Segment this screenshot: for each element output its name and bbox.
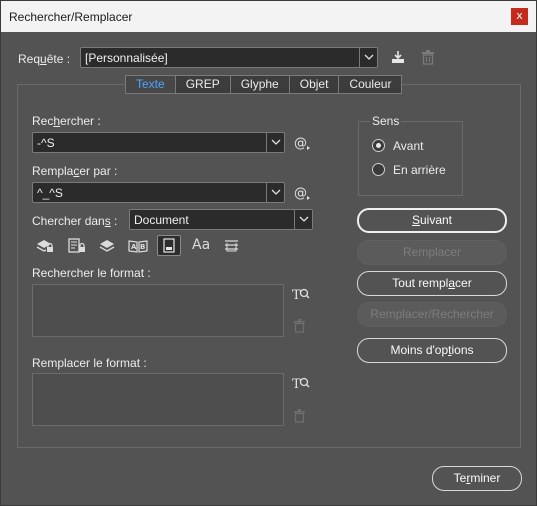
locked-stories-icon[interactable] bbox=[68, 238, 86, 257]
tab-bar: Texte GREP Glyphe Objet Couleur bbox=[125, 75, 403, 94]
search-value: -^S bbox=[37, 136, 55, 150]
hidden-layers-icon[interactable] bbox=[99, 238, 117, 257]
chevron-down-icon[interactable] bbox=[266, 183, 284, 202]
svg-text:B: B bbox=[140, 243, 145, 251]
query-select[interactable]: [Personnalisée] bbox=[80, 47, 378, 68]
scope-label: Chercher dans : bbox=[32, 214, 118, 228]
close-button[interactable]: x bbox=[511, 8, 528, 25]
find-change-dialog: Rechercher/Remplacer x Requête : [Person… bbox=[0, 0, 537, 506]
direction-group bbox=[358, 121, 463, 196]
svg-text:@: @ bbox=[294, 136, 307, 151]
delete-query-icon[interactable] bbox=[421, 50, 435, 68]
chevron-down-icon bbox=[359, 48, 377, 67]
svg-text:T: T bbox=[292, 377, 301, 391]
query-value: [Personnalisée] bbox=[85, 51, 168, 65]
save-query-icon[interactable] bbox=[390, 49, 406, 68]
specify-find-format-icon[interactable]: T bbox=[292, 286, 310, 305]
radio-selected-dot bbox=[376, 143, 381, 148]
clear-replace-format-icon[interactable] bbox=[293, 409, 306, 426]
case-sensitive-icon[interactable]: Aa bbox=[192, 237, 210, 253]
replace-value: ^_^S bbox=[37, 186, 63, 200]
title-bar: Rechercher/Remplacer x bbox=[1, 1, 536, 32]
forward-label[interactable]: Avant bbox=[393, 139, 423, 153]
clear-find-format-icon[interactable] bbox=[293, 319, 306, 336]
find-format-box[interactable] bbox=[32, 284, 284, 337]
tab-grep[interactable]: GREP bbox=[174, 75, 231, 94]
replace-field[interactable]: ^_^S bbox=[32, 182, 285, 203]
fewer-options-button[interactable]: Moins d'options bbox=[357, 338, 507, 363]
svg-text:@: @ bbox=[294, 186, 307, 201]
special-chars-search-icon[interactable]: @ bbox=[294, 135, 312, 154]
next-button[interactable]: Suivant bbox=[357, 208, 507, 233]
search-label: Rechercher : bbox=[32, 114, 101, 128]
specify-replace-format-icon[interactable]: T bbox=[292, 375, 310, 394]
window-title: Rechercher/Remplacer bbox=[9, 10, 133, 24]
svg-text:A: A bbox=[131, 243, 137, 251]
backward-label[interactable]: En arrière bbox=[393, 163, 446, 177]
replace-format-label: Remplacer le format : bbox=[32, 356, 147, 370]
footnotes-icon[interactable] bbox=[157, 235, 181, 256]
chevron-down-icon bbox=[294, 210, 312, 229]
replace-button[interactable]: Remplacer bbox=[357, 240, 507, 265]
tab-objet[interactable]: Objet bbox=[288, 75, 340, 94]
done-button[interactable]: Terminer bbox=[432, 466, 522, 491]
replace-find-button[interactable]: Remplacer/Rechercher bbox=[357, 302, 507, 327]
radio-forward[interactable] bbox=[372, 139, 385, 152]
locked-layers-icon[interactable] bbox=[36, 238, 54, 257]
find-format-label: Rechercher le format : bbox=[32, 266, 151, 280]
replace-format-box[interactable] bbox=[32, 373, 284, 426]
direction-legend: Sens bbox=[370, 114, 402, 128]
tab-couleur[interactable]: Couleur bbox=[338, 75, 403, 94]
master-pages-icon[interactable]: AB bbox=[128, 238, 148, 257]
search-field[interactable]: -^S bbox=[32, 132, 285, 153]
special-chars-replace-icon[interactable]: @ bbox=[294, 185, 312, 204]
query-label: Requête : bbox=[18, 52, 71, 66]
whole-word-icon[interactable] bbox=[223, 238, 241, 257]
radio-backward[interactable] bbox=[372, 163, 385, 176]
scope-value: Document bbox=[134, 213, 189, 227]
replace-label: Remplacer par : bbox=[32, 164, 118, 178]
tab-glyphe[interactable]: Glyphe bbox=[229, 75, 290, 94]
replace-all-button[interactable]: Tout remplacer bbox=[357, 271, 507, 296]
scope-select[interactable]: Document bbox=[129, 209, 313, 230]
tab-texte[interactable]: Texte bbox=[125, 75, 176, 94]
svg-text:T: T bbox=[292, 288, 301, 302]
chevron-down-icon[interactable] bbox=[266, 133, 284, 152]
